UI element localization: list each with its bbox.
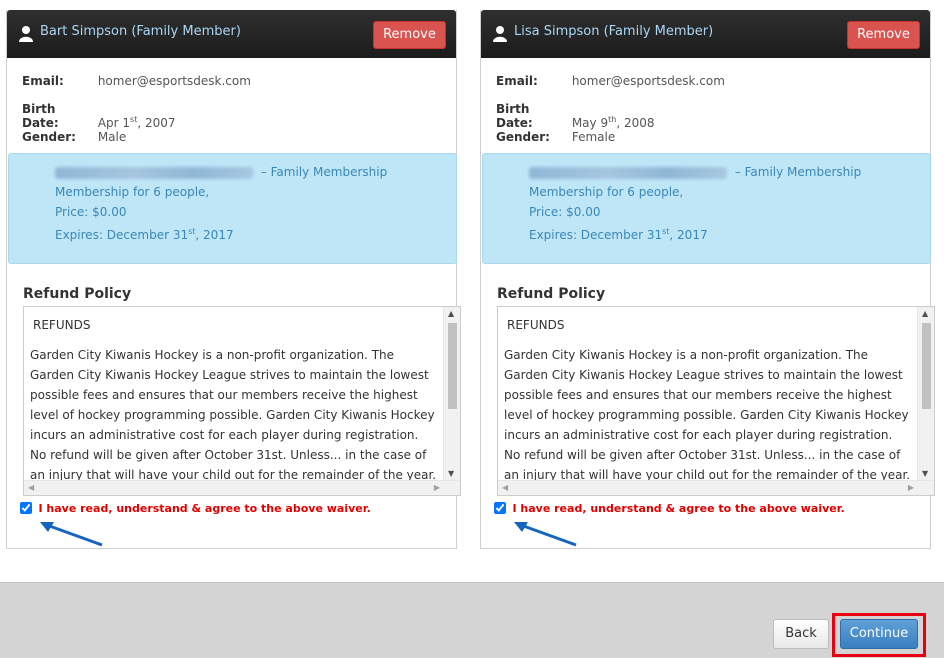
birth-date-row: Birth Date: Apr 1st, 2007 [22, 102, 176, 130]
agree-label[interactable]: I have read, understand & agree to the a… [513, 502, 845, 515]
refund-policy-title: Refund Policy [497, 286, 606, 302]
agree-checkbox[interactable] [20, 502, 32, 514]
annotation-arrow [40, 522, 103, 547]
scroll-left-arrow[interactable]: ◀ [28, 483, 34, 492]
birth-date-value: May 9th, 2008 [571, 115, 655, 130]
gender-value: Male [97, 130, 127, 144]
refund-policy-title: Refund Policy [23, 286, 132, 302]
scroll-thumb[interactable] [922, 323, 931, 409]
agree-checkbox[interactable] [494, 502, 506, 514]
scroll-down-arrow[interactable]: ▼ [448, 469, 454, 478]
gender-label: Gender: [22, 130, 76, 144]
email-value: homer@esportsdesk.com [571, 74, 725, 88]
refund-body: Garden City Kiwanis Hockey is a non-prof… [30, 348, 437, 480]
membership-info-box: – Family Membership Membership for 6 peo… [482, 153, 931, 264]
gender-label: Gender: [496, 130, 550, 144]
vertical-scrollbar[interactable]: ▲ ▼ [917, 307, 934, 480]
email-row: Email: homer@esportsdesk.com [496, 74, 725, 88]
user-icon [19, 26, 33, 42]
scroll-left-arrow[interactable]: ◀ [502, 483, 508, 492]
vertical-scrollbar[interactable]: ▲ ▼ [443, 307, 460, 480]
gender-value: Female [571, 130, 616, 144]
refund-policy-textarea[interactable]: REFUNDS Garden City Kiwanis Hockey is a … [23, 306, 461, 496]
birth-date-label: Birth Date: [22, 102, 59, 130]
gender-row: Gender: Male [22, 130, 126, 144]
horizontal-scrollbar[interactable]: ◀ ▶ [24, 480, 460, 495]
refund-policy-text: REFUNDS Garden City Kiwanis Hockey is a … [498, 307, 917, 480]
birth-date-value: Apr 1st, 2007 [97, 115, 176, 130]
birth-date-row: Birth Date: May 9th, 2008 [496, 102, 654, 130]
scroll-right-arrow[interactable]: ▶ [908, 483, 914, 492]
membership-price: Price: $0.00 [529, 205, 601, 219]
membership-people: Membership for 6 people, [529, 185, 684, 199]
email-label: Email: [22, 74, 64, 88]
continue-button[interactable]: Continue [840, 619, 918, 649]
league-name-blurred [529, 166, 727, 179]
remove-button[interactable]: Remove [847, 21, 920, 49]
email-row: Email: homer@esportsdesk.com [22, 74, 251, 88]
league-name-blurred [55, 166, 253, 179]
membership-people: Membership for 6 people, [55, 185, 210, 199]
email-label: Email: [496, 74, 538, 88]
agree-label[interactable]: I have read, understand & agree to the a… [39, 502, 371, 515]
footer-bar: Back Continue [0, 582, 944, 658]
agree-row: I have read, understand & agree to the a… [494, 501, 845, 515]
family-member-card-bart: Bart Simpson (Family Member) Remove Emai… [6, 10, 461, 549]
member-name: Bart Simpson (Family Member) [40, 24, 241, 39]
refund-heading: REFUNDS [507, 318, 565, 332]
refund-body: Garden City Kiwanis Hockey is a non-prof… [504, 348, 911, 480]
scroll-down-arrow[interactable]: ▼ [922, 469, 928, 478]
refund-policy-textarea[interactable]: REFUNDS Garden City Kiwanis Hockey is a … [497, 306, 935, 496]
card-header: Bart Simpson (Family Member) Remove [7, 10, 456, 58]
main-area: Bart Simpson (Family Member) Remove Emai… [0, 0, 944, 582]
membership-expires: Expires: December 31st, 2017 [55, 227, 234, 242]
membership-title: – Family Membership [55, 162, 456, 182]
annotation-arrow [514, 522, 577, 547]
family-member-card-lisa: Lisa Simpson (Family Member) Remove Emai… [480, 10, 935, 549]
horizontal-scrollbar[interactable]: ◀ ▶ [498, 480, 934, 495]
scroll-up-arrow[interactable]: ▲ [448, 309, 454, 318]
card-header: Lisa Simpson (Family Member) Remove [481, 10, 930, 58]
scroll-up-arrow[interactable]: ▲ [922, 309, 928, 318]
scroll-thumb[interactable] [448, 323, 457, 409]
email-value: homer@esportsdesk.com [97, 74, 251, 88]
refund-policy-text: REFUNDS Garden City Kiwanis Hockey is a … [24, 307, 443, 480]
back-button[interactable]: Back [773, 619, 829, 649]
scroll-right-arrow[interactable]: ▶ [434, 483, 440, 492]
agree-row: I have read, understand & agree to the a… [20, 501, 371, 515]
remove-button[interactable]: Remove [373, 21, 446, 49]
refund-heading: REFUNDS [33, 318, 91, 332]
member-name: Lisa Simpson (Family Member) [514, 24, 714, 39]
gender-row: Gender: Female [496, 130, 615, 144]
membership-expires: Expires: December 31st, 2017 [529, 227, 708, 242]
membership-price: Price: $0.00 [55, 205, 127, 219]
user-icon [493, 26, 507, 42]
membership-title: – Family Membership [529, 162, 930, 182]
birth-date-label: Birth Date: [496, 102, 533, 130]
membership-info-box: – Family Membership Membership for 6 peo… [8, 153, 457, 264]
